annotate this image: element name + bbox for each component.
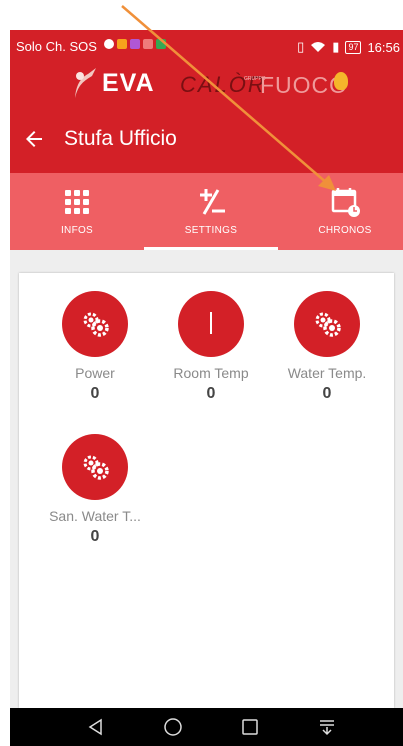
- status-bar: Solo Ch. SOS ▯ ▮ 97 16:56: [10, 30, 403, 64]
- wifi-icon: [311, 42, 326, 52]
- home-circle-icon: [164, 718, 182, 736]
- brand-name-tiny: GRUPPO: [244, 76, 266, 82]
- grid-dots-icon: [60, 186, 94, 218]
- system-nav-bar: [10, 708, 403, 746]
- brand-figure-icon: [75, 68, 96, 98]
- tab-label: CHRONOS: [318, 225, 372, 236]
- vibrate-icon: ▯: [297, 39, 305, 54]
- notification-icon: [156, 39, 166, 49]
- pull-down-icon: [320, 720, 334, 736]
- tile-power[interactable]: Power 0: [40, 291, 150, 403]
- tile-label: Room Temp: [173, 365, 249, 381]
- tile-button[interactable]: [62, 434, 128, 500]
- status-carrier: Solo Ch. SOS: [16, 39, 97, 54]
- tab-bar: INFOS SETTINGS CHRONOS: [10, 173, 403, 250]
- brand-name-eva: EVA: [102, 69, 155, 97]
- notification-icon: [143, 39, 153, 49]
- tile-value: 0: [90, 385, 100, 402]
- tile-button[interactable]: [294, 291, 360, 357]
- tile-value: 0: [206, 385, 216, 402]
- thermometer-icon: [210, 312, 212, 334]
- notification-icon: [117, 39, 127, 49]
- battery-indicator: 97: [345, 40, 362, 54]
- status-indicators: ▯ ▮ 97 16:56: [297, 39, 400, 55]
- app-bar: Stufa Ufficio: [10, 118, 403, 164]
- settings-card: Power 0 Room Temp 0 Water Temp. 0 San. W…: [19, 273, 394, 708]
- gears-icon: [83, 312, 109, 337]
- recents-square-icon: [242, 719, 258, 735]
- back-arrow-icon[interactable]: [22, 127, 46, 151]
- nav-notifications-button[interactable]: [308, 708, 346, 746]
- gears-icon: [315, 312, 341, 337]
- tab-infos[interactable]: INFOS: [10, 173, 144, 250]
- tile-label: Water Temp.: [287, 365, 367, 381]
- tab-settings[interactable]: SETTINGS: [144, 173, 278, 250]
- brand-logo: EVA CALÒR GRUPPO FUOCO: [68, 64, 358, 104]
- sim-icon: ▮: [332, 39, 340, 54]
- calendar-clock-icon: [331, 188, 360, 217]
- plus-minus-icon: [200, 189, 225, 215]
- nav-back-button[interactable]: [77, 708, 115, 746]
- tile-label: San. Water T...: [49, 508, 141, 524]
- back-triangle-icon: [88, 718, 102, 736]
- tab-label: SETTINGS: [184, 225, 238, 236]
- tile-label: Power: [75, 365, 115, 381]
- tile-button[interactable]: [178, 291, 244, 357]
- tile-value: 0: [322, 385, 332, 402]
- top-margin: [0, 0, 403, 30]
- nav-home-button[interactable]: [154, 708, 192, 746]
- tile-button[interactable]: [62, 291, 128, 357]
- notification-icons: [104, 39, 166, 49]
- gears-icon: [83, 455, 109, 480]
- tab-chronos[interactable]: CHRONOS: [278, 173, 403, 250]
- nav-recents-button[interactable]: [231, 708, 269, 746]
- flame-icon: [334, 72, 348, 90]
- status-time: 16:56: [367, 39, 400, 55]
- page-title: Stufa Ufficio: [64, 127, 177, 150]
- tab-label: INFOS: [60, 225, 94, 236]
- notification-icon: [130, 39, 140, 49]
- google-icon: [104, 39, 114, 49]
- tile-value: 0: [90, 528, 100, 545]
- tile-water-temp[interactable]: Water Temp. 0: [272, 291, 382, 403]
- tile-room-temp[interactable]: Room Temp 0: [156, 291, 266, 403]
- tile-san-water-temp[interactable]: San. Water T... 0: [40, 434, 150, 546]
